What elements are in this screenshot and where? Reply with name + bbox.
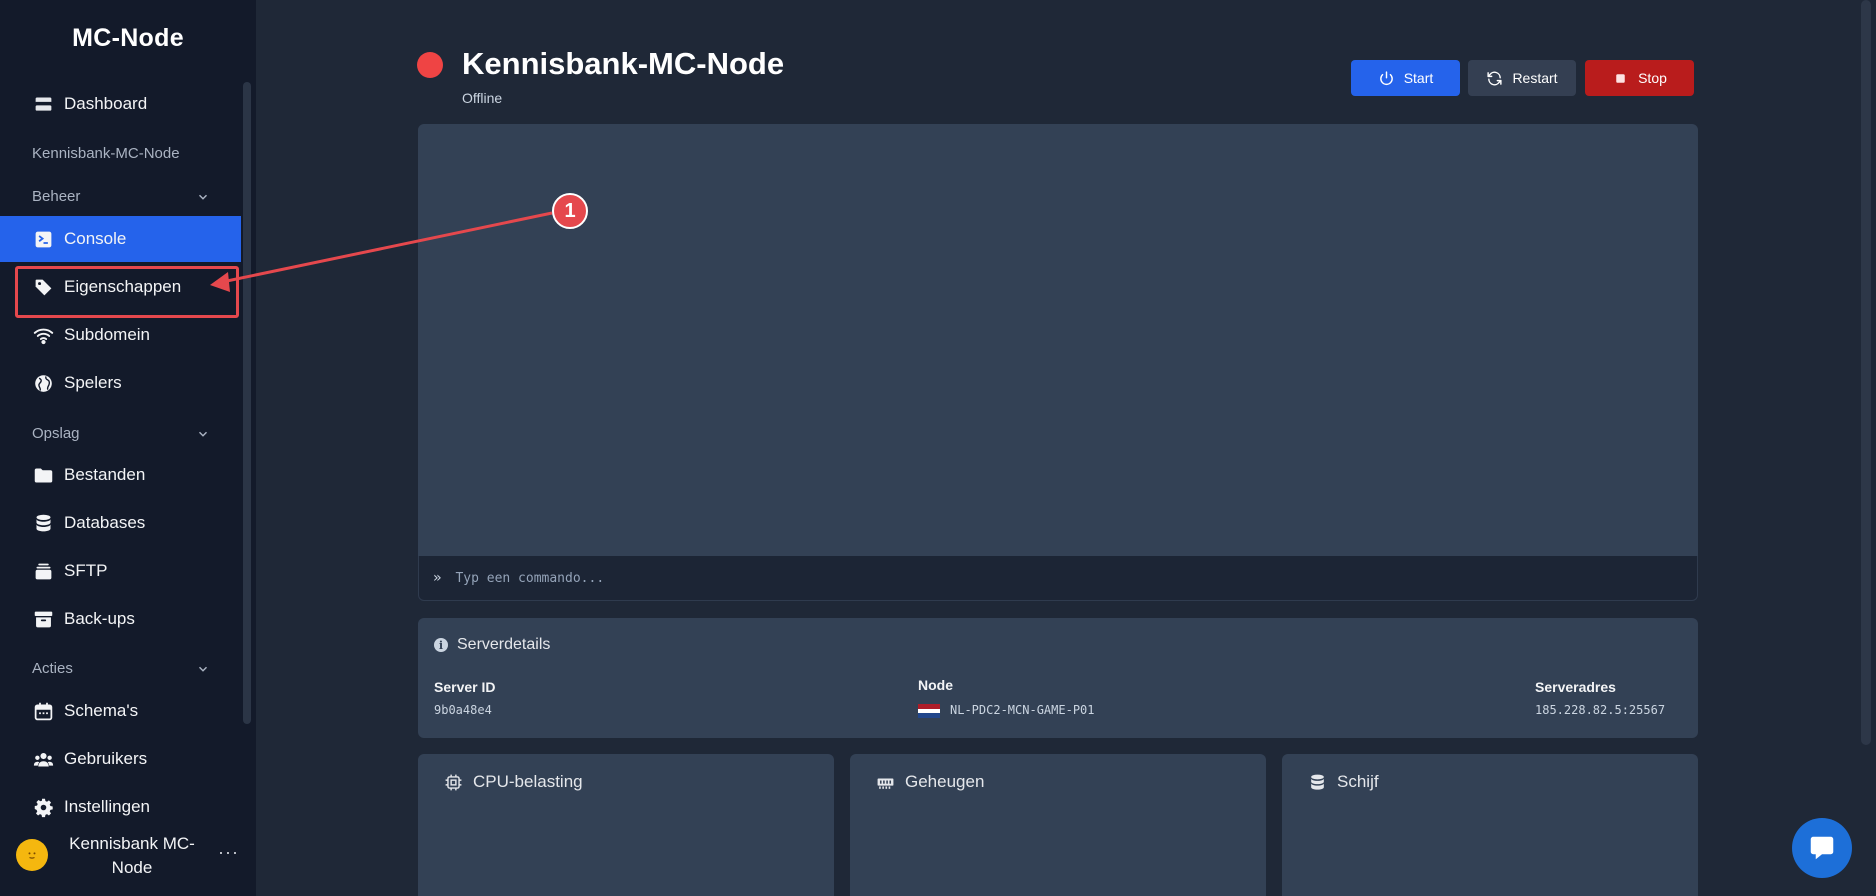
console-output[interactable] [418,124,1698,556]
sidebar-item-label: Instellingen [64,797,151,816]
sidebar-item-eigenschappen[interactable]: Eigenschappen [0,264,241,318]
cpu-icon [445,774,462,790]
sidebar-item-dashboard[interactable]: Dashboard [0,81,241,127]
sidebar-item-databases[interactable]: Databases [0,500,241,546]
server-heading: Kennisbank-MC-Node [32,145,180,162]
sidebar-item-label: Schema's [64,701,139,720]
server-stack-icon [32,93,54,115]
disk-card: Schijf [1282,754,1698,896]
annotation-badge: 1 [552,193,588,229]
more-options-icon[interactable]: ··· [218,842,239,863]
info-icon: i [434,638,448,652]
chat-icon [1810,836,1834,860]
restart-button[interactable]: Restart [1468,60,1576,96]
sidebar-item-label: Back-ups [64,609,135,628]
page-title: Kennisbank-MC-Node [462,46,785,81]
details-title: Serverdetails [457,636,551,653]
sidebar-item-label: Subdomein [64,325,151,344]
calendar-icon [32,700,54,722]
sidebar: MC-Node Dashboard Kennisbank-MC-Node Beh… [0,0,256,896]
cpu-title: CPU-belasting [473,772,583,791]
sidebar-item-label: Eigenschappen [64,277,182,296]
stack-icon [32,560,54,582]
section-label: Acties [32,660,73,677]
chat-button[interactable] [1792,818,1852,878]
chevrons-right-icon: » [433,570,442,586]
disk-title: Schijf [1337,772,1379,791]
sidebar-item-sftp[interactable]: SFTP [0,548,241,594]
archive-icon [32,608,54,630]
wifi-icon [32,324,54,346]
sidebar-item-spelers[interactable]: Spelers [0,360,241,406]
sidebar-item-instellingen[interactable]: Instellingen [0,784,241,830]
main-scrollbar[interactable] [1861,0,1871,745]
brand-title[interactable]: MC-Node [0,24,256,53]
section-acties[interactable]: Acties [32,660,210,677]
gear-icon [32,796,54,818]
section-label: Opslag [32,425,80,442]
cpu-card: CPU-belasting [418,754,834,896]
sidebar-scrollbar[interactable] [243,82,251,724]
details-header: i Serverdetails [434,636,550,654]
sidebar-item-gebruikers[interactable]: Gebruikers [0,736,241,782]
node-label: Node [918,677,953,693]
power-icon [1379,70,1393,85]
database-icon [32,512,54,534]
memory-icon [877,778,894,789]
sidebar-item-label: Gebruikers [64,749,148,768]
sidebar-item-subdomein[interactable]: Subdomein [0,312,241,358]
server-details-panel: i Serverdetails Server ID 9b0a48e4 Node … [418,618,1698,738]
stop-button[interactable]: Stop [1585,60,1694,96]
terminal-icon [32,228,54,250]
database-icon [1311,774,1324,790]
section-beheer[interactable]: Beheer [32,188,210,205]
server-status: Offline [462,90,503,106]
memory-title: Geheugen [905,772,985,791]
restart-label: Restart [1512,70,1558,86]
section-opslag[interactable]: Opslag [32,425,210,442]
address-value[interactable]: 185.228.82.5:25567 [1535,703,1665,717]
section-label: Beheer [32,188,81,205]
command-bar: » [418,556,1698,601]
status-indicator [417,52,443,78]
sidebar-item-label: Databases [64,513,146,532]
server-id-label: Server ID [434,679,496,695]
refresh-icon [1487,71,1503,85]
sidebar-item-label: Console [64,229,127,248]
sidebar-item-label: SFTP [64,561,108,580]
users-icon [32,748,54,770]
sidebar-item-bestanden[interactable]: Bestanden [0,452,241,498]
folder-icon [32,464,54,486]
sidebar-item-label: Spelers [64,373,122,392]
sidebar-item-console[interactable]: Console [0,216,241,262]
stop-icon [1616,73,1625,83]
user-name[interactable]: Kennisbank MC-Node [60,832,204,880]
sidebar-item-backups[interactable]: Back-ups [0,596,241,642]
chevron-down-icon [198,666,208,672]
start-label: Start [1403,70,1434,86]
chevron-down-icon [198,431,208,437]
stop-label: Stop [1638,70,1667,86]
address-label: Serveradres [1535,679,1616,695]
tag-icon [32,276,54,298]
globe-icon [32,372,54,394]
avatar[interactable] [16,839,48,871]
netherlands-flag-icon [918,704,940,719]
sidebar-item-label: Dashboard [64,94,148,113]
memory-card: Geheugen [850,754,1266,896]
server-id-value[interactable]: 9b0a48e4 [434,703,492,717]
sidebar-item-label: Bestanden [64,465,146,484]
chevron-down-icon [198,194,208,200]
command-input[interactable] [455,570,1556,586]
start-button[interactable]: Start [1351,60,1460,96]
sidebar-item-schemas[interactable]: Schema's [0,688,241,734]
node-value[interactable]: NL-PDC2-MCN-GAME-P01 [950,703,1095,717]
